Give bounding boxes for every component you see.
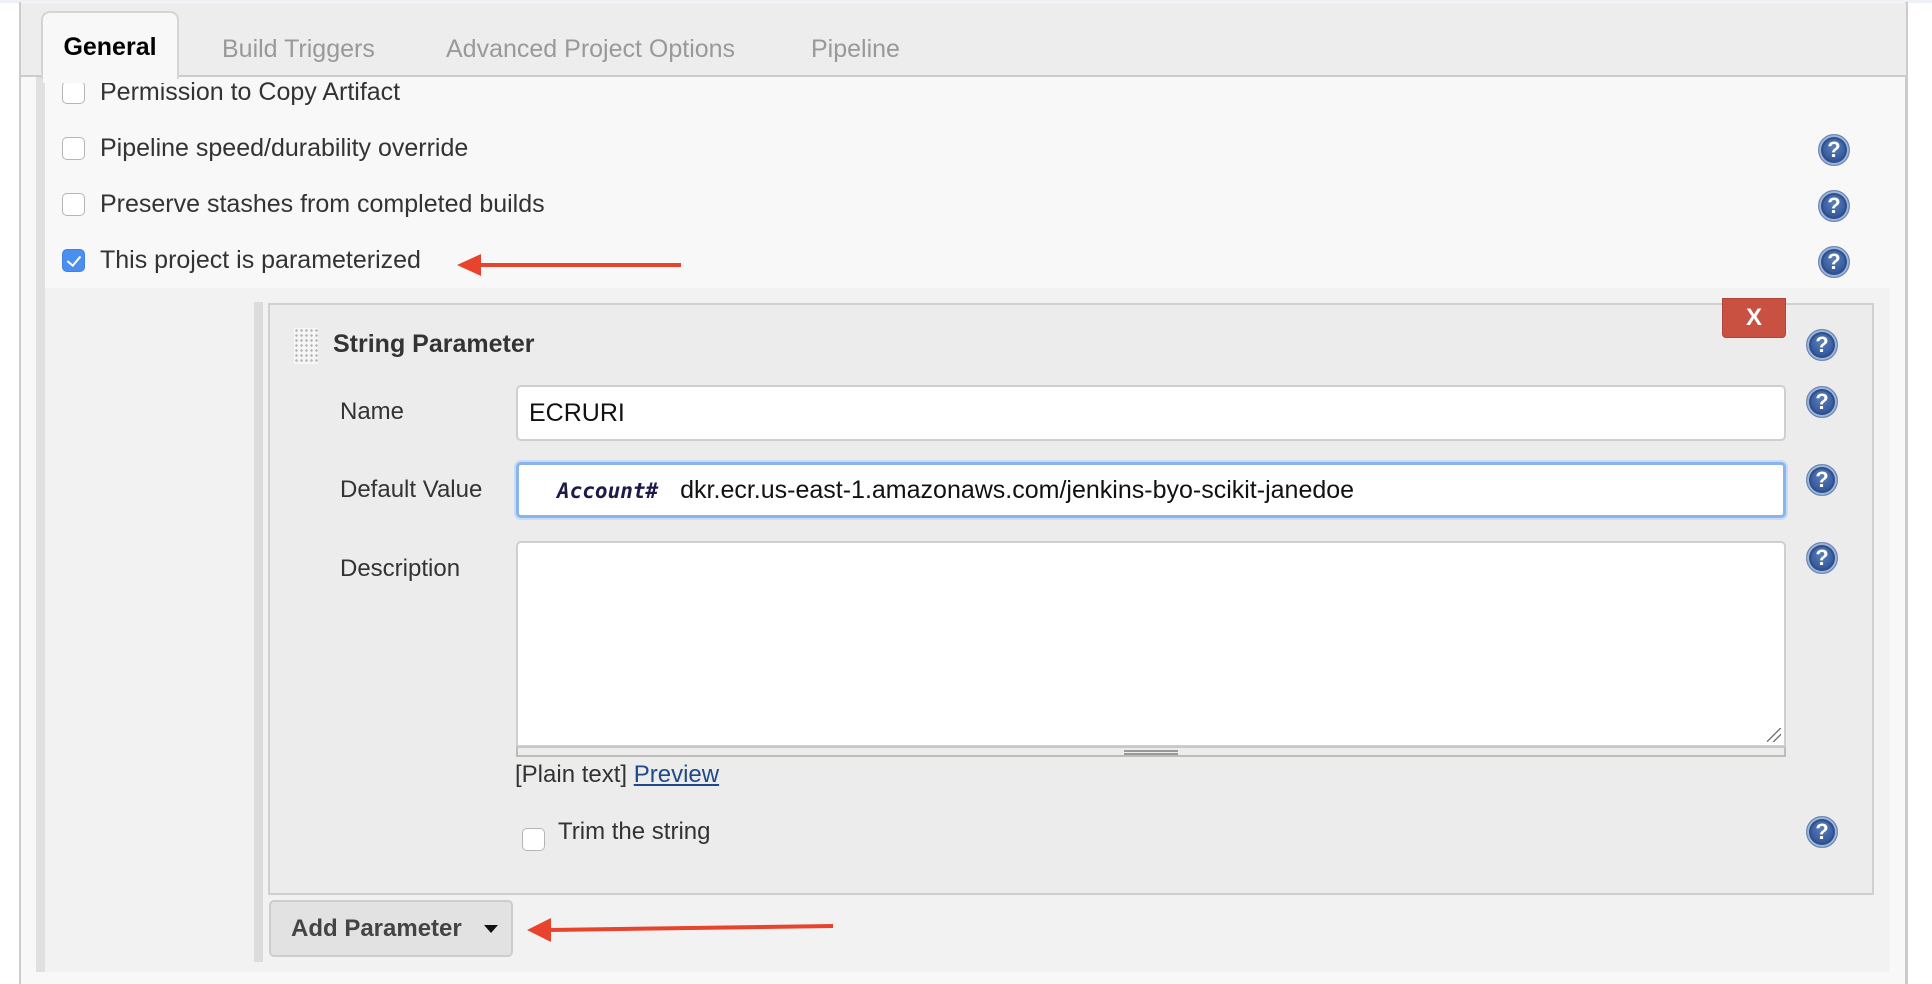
section-indent-bar [36, 77, 45, 972]
option-label: This project is parameterized [100, 245, 421, 274]
default-value-label: Default Value [340, 476, 483, 503]
markup-format-line: [Plain text] Preview [515, 761, 719, 789]
markup-format-label: [Plain text] [515, 761, 628, 788]
chevron-down-icon [483, 924, 498, 933]
trim-string-label: Trim the string [558, 818, 711, 845]
tab-general[interactable]: General [41, 11, 179, 83]
trim-string-option[interactable]: Trim the string [522, 818, 710, 851]
annotation-arrow-head [527, 918, 551, 942]
default-value-input[interactable]: Account# dkr.ecr.us-east-1.amazonaws.com/… [516, 462, 1786, 518]
textarea-resize-bar[interactable] [516, 746, 1786, 757]
description-textarea[interactable] [516, 541, 1786, 747]
option-label: Preserve stashes from completed builds [100, 189, 545, 218]
annotation-arrow [457, 254, 681, 276]
tab-advanced-project-options[interactable]: Advanced Project Options [446, 35, 735, 64]
help-icon[interactable]: ? [1818, 246, 1850, 278]
default-value-text: dkr.ecr.us-east-1.amazonaws.com/jenkins-… [680, 476, 1355, 504]
resize-corner-icon[interactable] [1767, 728, 1781, 742]
help-icon[interactable]: ? [1806, 386, 1838, 418]
help-icon[interactable]: ? [1806, 816, 1838, 848]
help-icon[interactable]: ? [1806, 464, 1838, 496]
tab-build-triggers[interactable]: Build Triggers [222, 35, 375, 64]
resize-grip-icon [1124, 750, 1178, 755]
delete-parameter-button[interactable]: X [1722, 298, 1786, 338]
drag-handle-icon[interactable] [294, 328, 318, 364]
option-pipeline-durability-override[interactable]: Pipeline speed/durability override [62, 133, 468, 163]
annotation-arrow-shaft [548, 924, 834, 932]
add-parameter-label: Add Parameter [291, 914, 462, 942]
option-preserve-stashes[interactable]: Preserve stashes from completed builds [62, 189, 545, 219]
option-label: Pipeline speed/durability override [100, 133, 469, 162]
tab-bar: General Build Triggers Advanced Project … [21, 3, 1906, 83]
annotation-arrow [527, 918, 834, 942]
preview-link[interactable]: Preview [634, 761, 719, 788]
description-label: Description [340, 555, 461, 582]
name-label: Name [340, 398, 405, 425]
trim-string-checkbox[interactable] [522, 828, 545, 851]
pipeline-durability-checkbox[interactable] [62, 136, 85, 160]
parameter-indent-bar [254, 302, 263, 962]
help-icon[interactable]: ? [1818, 190, 1850, 222]
add-parameter-button[interactable]: Add Parameter [269, 900, 513, 957]
permission-copy-artifact-checkbox[interactable] [62, 80, 85, 104]
account-redaction-tag: Account# [557, 479, 659, 503]
annotation-arrow-head [457, 254, 481, 276]
help-icon[interactable]: ? [1806, 542, 1838, 574]
option-project-parameterized[interactable]: This project is parameterized [62, 245, 421, 275]
help-icon[interactable]: ? [1818, 134, 1850, 166]
name-input[interactable]: ECRURI [516, 385, 1786, 441]
tab-pipeline[interactable]: Pipeline [811, 35, 900, 64]
project-parameterized-checkbox[interactable] [62, 248, 85, 272]
parameter-title: String Parameter [333, 330, 535, 358]
preserve-stashes-checkbox[interactable] [62, 192, 85, 216]
help-icon[interactable]: ? [1806, 329, 1838, 361]
